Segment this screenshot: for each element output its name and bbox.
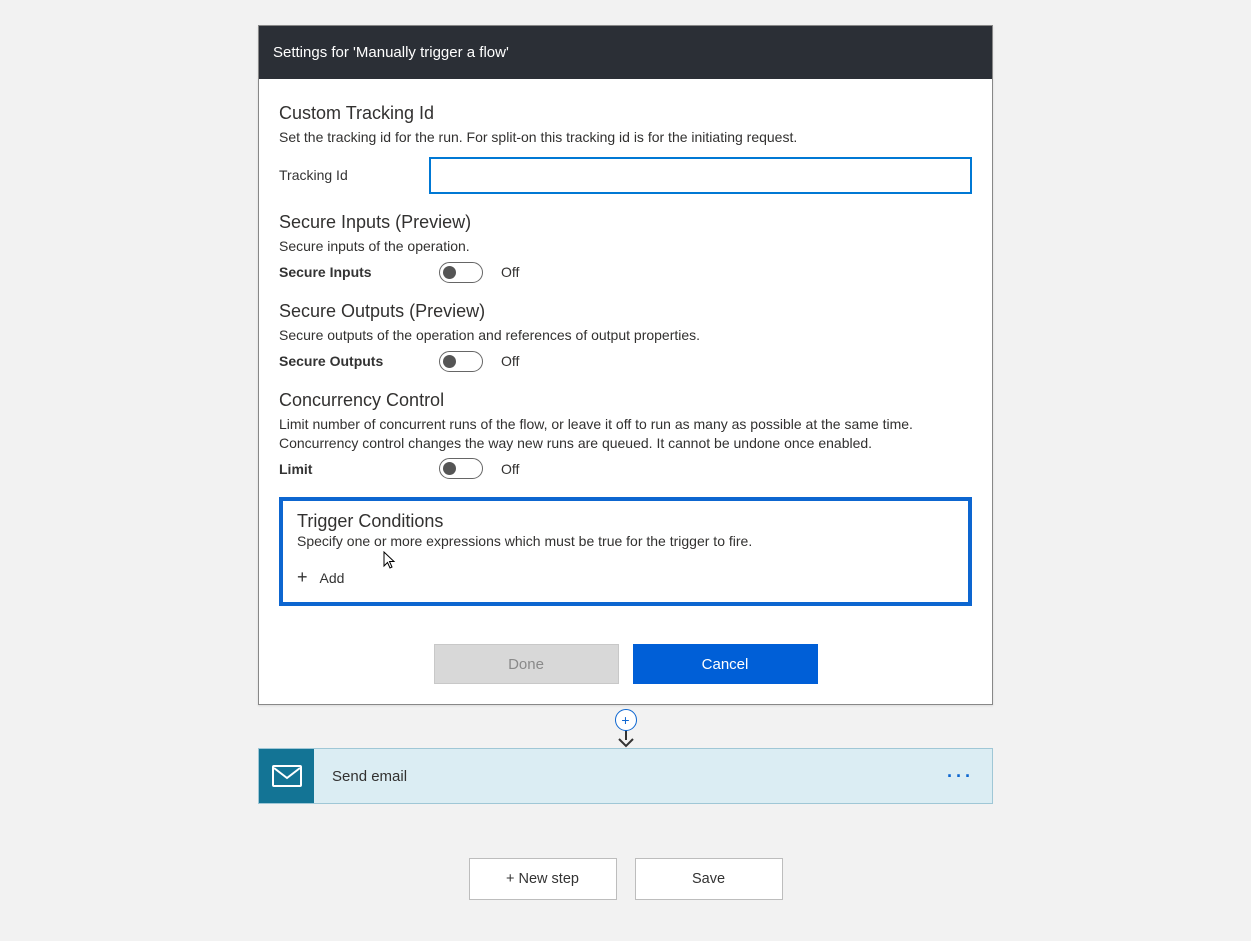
section-secure-outputs: Secure Outputs (Preview) Secure outputs … [279, 301, 972, 372]
secure-inputs-state: Off [501, 264, 519, 280]
settings-footer: Done Cancel [259, 616, 992, 704]
secure-outputs-label: Secure Outputs [279, 353, 439, 369]
secure-outputs-state: Off [501, 353, 519, 369]
concurrency-limit-state: Off [501, 461, 519, 477]
tracking-id-input[interactable] [429, 157, 972, 194]
section-secure-inputs: Secure Inputs (Preview) Secure inputs of… [279, 212, 972, 283]
settings-title: Settings for 'Manually trigger a flow' [273, 44, 509, 61]
arrow-down-icon [615, 730, 637, 748]
section-concurrency: Concurrency Control Limit number of conc… [279, 390, 972, 480]
action-menu-button[interactable]: ··· [947, 766, 974, 787]
concurrency-limit-toggle[interactable] [439, 458, 483, 479]
section-title: Custom Tracking Id [279, 103, 972, 124]
tracking-id-label: Tracking Id [279, 167, 369, 183]
secure-inputs-toggle[interactable] [439, 262, 483, 283]
settings-panel: Settings for 'Manually trigger a flow' C… [258, 25, 993, 705]
save-button[interactable]: Save [635, 858, 783, 900]
section-desc: Set the tracking id for the run. For spl… [279, 128, 972, 147]
secure-outputs-toggle[interactable] [439, 351, 483, 372]
section-title: Secure Inputs (Preview) [279, 212, 972, 233]
settings-header: Settings for 'Manually trigger a flow' [259, 26, 992, 79]
section-title: Concurrency Control [279, 390, 972, 411]
done-button[interactable]: Done [434, 644, 619, 684]
section-desc: Specify one or more expressions which mu… [297, 532, 954, 551]
action-title: Send email [332, 768, 407, 785]
plus-icon: + [297, 567, 308, 588]
section-custom-tracking-id: Custom Tracking Id Set the tracking id f… [279, 103, 972, 194]
section-desc: Secure inputs of the operation. [279, 237, 972, 256]
add-label: Add [320, 570, 345, 586]
mail-icon [259, 749, 314, 803]
section-desc: Limit number of concurrent runs of the f… [279, 415, 972, 453]
section-title: Trigger Conditions [297, 511, 954, 532]
cancel-button[interactable]: Cancel [633, 644, 818, 684]
section-trigger-conditions: Trigger Conditions Specify one or more e… [279, 497, 972, 606]
flow-footer-buttons: + New step Save [469, 858, 783, 900]
action-send-email[interactable]: Send email ··· [258, 748, 993, 804]
concurrency-limit-label: Limit [279, 461, 439, 477]
section-desc: Secure outputs of the operation and refe… [279, 326, 972, 345]
flow-connector: + [615, 709, 637, 748]
add-step-inline-button[interactable]: + [615, 709, 637, 731]
new-step-button[interactable]: + New step [469, 858, 617, 900]
secure-inputs-label: Secure Inputs [279, 264, 439, 280]
section-title: Secure Outputs (Preview) [279, 301, 972, 322]
add-trigger-condition-button[interactable]: + Add [297, 567, 954, 588]
